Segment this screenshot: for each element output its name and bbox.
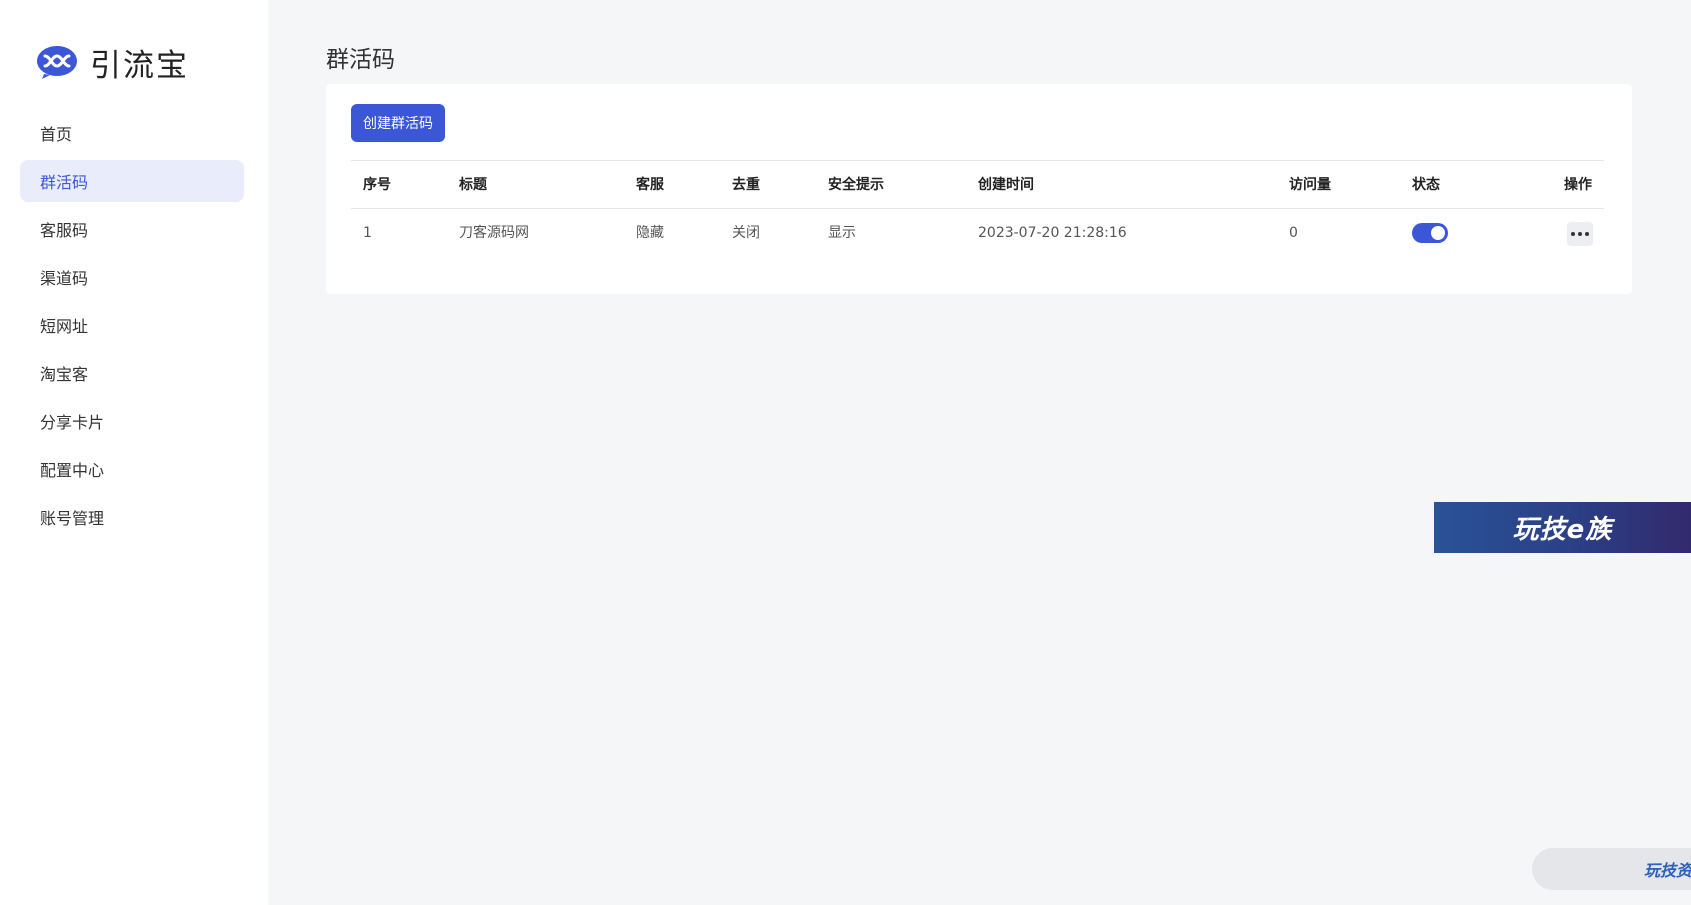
cell-index: 1 xyxy=(363,225,372,241)
cell-created: 2023-07-20 21:28:16 xyxy=(978,225,1127,241)
column-header-dedup: 去重 xyxy=(732,177,760,193)
column-header-status: 状态 xyxy=(1412,177,1440,193)
sidebar-item-account-management[interactable]: 账号管理 xyxy=(20,496,244,538)
sidebar-item-share-card[interactable]: 分享卡片 xyxy=(20,400,244,442)
logo-icon xyxy=(37,46,77,79)
watermark-corner-text: 玩技资源 xyxy=(1643,861,1691,880)
cell-dedup: 关闭 xyxy=(732,225,760,241)
sidebar-item-label: 首页 xyxy=(40,125,73,144)
more-actions-button[interactable] xyxy=(1567,222,1593,246)
column-header-index: 序号 xyxy=(363,177,391,193)
column-header-created: 创建时间 xyxy=(978,177,1034,193)
more-dots-icon xyxy=(1571,232,1575,236)
table-row: 1 刀客源码网 隐藏 关闭 显示 2023-07-20 21:28:16 0 xyxy=(351,209,1604,257)
sidebar-item-home[interactable]: 首页 xyxy=(20,112,244,154)
sidebar-item-service-code[interactable]: 客服码 xyxy=(20,208,244,250)
sidebar-item-label: 客服码 xyxy=(40,221,89,240)
content-card: 创建群活码 序号 标题 客服 去重 安全提示 创建时间 访问量 状态 操作 1 … xyxy=(326,84,1632,294)
group-code-table: 序号 标题 客服 去重 安全提示 创建时间 访问量 状态 操作 1 刀客源码网 … xyxy=(351,160,1604,257)
cell-visits: 0 xyxy=(1289,225,1298,241)
app-logo[interactable]: 引流宝 xyxy=(36,40,189,84)
sidebar-nav: 首页 群活码 客服码 渠道码 短网址 淘宝客 分享卡片 配置中心 账号管理 xyxy=(20,112,244,544)
status-toggle[interactable] xyxy=(1412,223,1448,243)
page-title: 群活码 xyxy=(326,47,395,73)
column-header-title: 标题 xyxy=(459,177,487,193)
watermark-banner[interactable]: 玩技e族 xyxy=(1434,502,1691,553)
sidebar-item-label: 淘宝客 xyxy=(40,365,89,384)
column-header-visits: 访问量 xyxy=(1289,177,1331,193)
sidebar-item-label: 配置中心 xyxy=(40,461,105,480)
sidebar-item-label: 渠道码 xyxy=(40,269,89,288)
sidebar-item-label: 分享卡片 xyxy=(40,413,105,432)
column-header-safety: 安全提示 xyxy=(828,177,884,193)
column-header-actions: 操作 xyxy=(1564,177,1592,193)
sidebar-item-config-center[interactable]: 配置中心 xyxy=(20,448,244,490)
sidebar-item-label: 短网址 xyxy=(40,317,89,336)
app-name: 引流宝 xyxy=(90,47,189,84)
sidebar-item-label: 账号管理 xyxy=(40,509,105,528)
column-header-service: 客服 xyxy=(636,177,664,193)
sidebar-item-short-url[interactable]: 短网址 xyxy=(20,304,244,346)
sidebar-item-taobaoke[interactable]: 淘宝客 xyxy=(20,352,244,394)
create-group-code-button[interactable]: 创建群活码 xyxy=(351,104,445,142)
cell-title: 刀客源码网 xyxy=(459,225,529,241)
sidebar-item-label: 群活码 xyxy=(40,173,89,192)
cell-service: 隐藏 xyxy=(636,225,664,241)
sidebar: 引流宝 首页 群活码 客服码 渠道码 短网址 淘宝客 分享卡片 配置中心 账号管… xyxy=(0,0,268,905)
toggle-knob xyxy=(1431,226,1445,240)
sidebar-item-channel-code[interactable]: 渠道码 xyxy=(20,256,244,298)
watermark-corner-badge[interactable]: 玩技资源 xyxy=(1532,848,1691,890)
sidebar-item-group-code[interactable]: 群活码 xyxy=(20,160,244,202)
cell-safety: 显示 xyxy=(828,225,856,241)
table-header: 序号 标题 客服 去重 安全提示 创建时间 访问量 状态 操作 xyxy=(351,161,1604,209)
main-content: 群活码 创建群活码 序号 标题 客服 去重 安全提示 创建时间 访问量 状态 操… xyxy=(268,0,1691,905)
